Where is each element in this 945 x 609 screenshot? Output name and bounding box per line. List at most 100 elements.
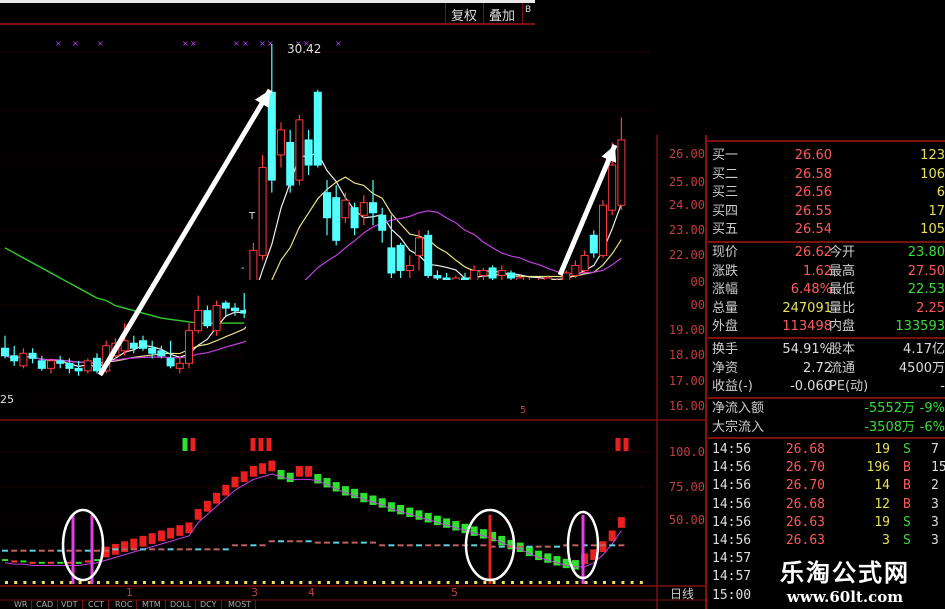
indicator-bar (341, 486, 349, 496)
trade-side: S (903, 442, 911, 457)
trade-row: 14:56 26.68 19 S 7 (707, 441, 945, 459)
stat-row: 外盘 113498 内盘 133593 (707, 318, 945, 336)
signal-dash (342, 541, 349, 544)
candle-body (295, 119, 304, 181)
signal-dash (590, 544, 597, 547)
indicator-tab[interactable]: MOST (224, 600, 257, 609)
baseline-dot (235, 581, 238, 584)
trade-time: 14:56 (712, 478, 752, 494)
stat-value: 2.25 (916, 300, 945, 316)
candle-body (488, 267, 497, 279)
candle-body (313, 91, 322, 166)
indicator-bar (157, 530, 165, 542)
fund-value: 4.17亿 (903, 342, 945, 357)
trade-price: 26.63 (785, 514, 825, 530)
indicator-tab[interactable]: DOLL (166, 600, 197, 609)
price-tick: 00 (690, 275, 705, 289)
signal-flag (182, 438, 188, 451)
signal-dash (2, 549, 8, 552)
candle-body (470, 269, 479, 281)
indicator-tab[interactable]: CAD (32, 600, 59, 609)
candle-body (93, 357, 101, 372)
candle-body (286, 141, 295, 186)
trade-price: 26.70 (785, 478, 825, 494)
bid-price: 26.58 (794, 166, 832, 182)
signal-dash (305, 540, 312, 543)
candle-body (166, 357, 175, 367)
candle-body (221, 302, 230, 309)
fund-value: -0.060 (790, 379, 832, 394)
baseline-dot (455, 581, 459, 584)
price-tick: 17.00 (668, 374, 705, 388)
trade-row: 14:56 26.70 196 B 15 (707, 459, 945, 477)
signal-dash (213, 548, 220, 551)
signal-dash (222, 548, 229, 551)
indicator-tab[interactable]: CCT (84, 600, 110, 609)
indicator-bar (213, 492, 221, 504)
candle-body (433, 274, 442, 279)
indicator-tab[interactable]: VDT (57, 600, 83, 609)
candle-body (277, 129, 285, 156)
candle-body (74, 367, 83, 372)
bid-label: 买二 (712, 166, 739, 182)
fund-label: 净资 (712, 360, 739, 376)
baseline-dot (262, 581, 266, 584)
candle-body (507, 272, 515, 279)
stat-value: 133593 (895, 319, 945, 334)
trade-row: 14:56 26.63 3 S 3 (707, 532, 945, 550)
trade-extra: 7 (931, 442, 939, 457)
signal-dash (11, 549, 18, 552)
more-button[interactable]: B (522, 3, 533, 23)
signal-dash (48, 549, 54, 552)
fundamental-row: 净资 2.72 流通 4500万 (707, 360, 945, 378)
indicator-bar (194, 508, 202, 520)
signal-dash (140, 548, 146, 551)
indicator-bar (397, 504, 405, 515)
overlay-button[interactable]: 叠加 (483, 3, 520, 24)
baseline-dot (363, 581, 367, 584)
bid-volume: 105 (920, 222, 945, 237)
indicator-bar (222, 484, 230, 496)
indicator-bar (470, 526, 478, 536)
price-tick: 24.00 (668, 198, 705, 212)
indicator-tab[interactable]: WR (10, 600, 33, 609)
bid-label: 买四 (712, 203, 739, 219)
baseline-dot (5, 581, 8, 584)
flow-pct: -6% (919, 419, 945, 435)
signal-dash (572, 544, 579, 547)
period-selector[interactable]: 日线 (670, 585, 694, 602)
candle-body (212, 305, 221, 332)
indicator-dash (29, 561, 36, 564)
baseline-dot (244, 581, 248, 584)
candle-body (479, 269, 488, 276)
trade-extra: 2 (931, 478, 939, 494)
bid-volume: 106 (920, 166, 945, 182)
candle-body (332, 197, 341, 241)
indicator-tab[interactable]: DCY (196, 600, 222, 609)
trade-time: 14:56 (712, 533, 752, 548)
annotation-label: - (241, 263, 245, 274)
indicator-tab[interactable]: ROC (111, 600, 138, 609)
stat-value: 247091 (782, 300, 832, 316)
signal-marker: × (55, 39, 62, 48)
candle-body (580, 254, 589, 271)
indicator-bar (305, 465, 313, 477)
candle-body (148, 347, 157, 354)
price-tick: 18.00 (668, 348, 705, 362)
trade-row: 14:56 26.68 12 B 3 (707, 496, 945, 514)
indicator-bar (130, 538, 138, 550)
indicator-tick: 75.00 (668, 480, 705, 494)
candle-body (396, 244, 405, 271)
trade-price: 26.70 (785, 460, 825, 476)
candle-body (83, 360, 92, 372)
baseline-dot (87, 581, 91, 584)
indicator-tab[interactable]: MTM (138, 600, 166, 609)
signal-dash (268, 540, 275, 543)
candle-body (350, 207, 359, 229)
indicator-bar (387, 502, 395, 512)
signal-dash (29, 549, 36, 552)
baseline-dot (317, 581, 321, 584)
signal-dash (618, 544, 625, 547)
restore-rights-button[interactable]: 复权 (445, 3, 482, 24)
candle-body (617, 139, 626, 206)
